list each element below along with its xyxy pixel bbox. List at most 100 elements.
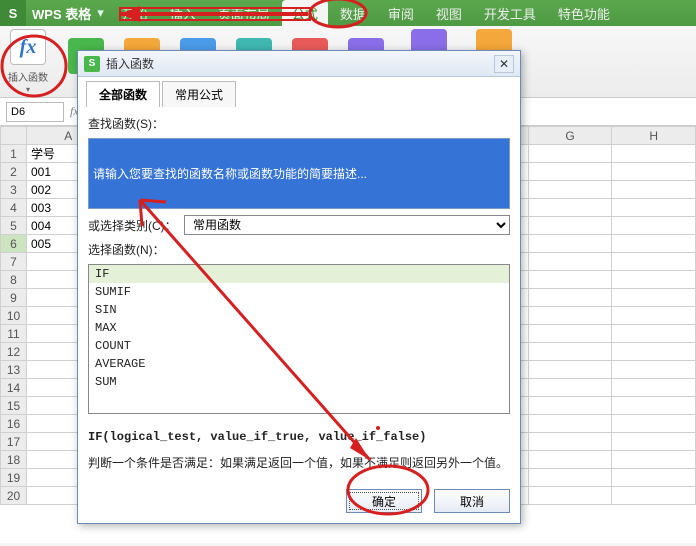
dialog-body: 查找函数(S)： 或选择类别(C)： 常用函数 选择函数(N)： IFSUMIF… xyxy=(78,107,520,479)
cell-G4[interactable] xyxy=(528,199,612,217)
function-search-input[interactable] xyxy=(88,138,510,209)
cell-H15[interactable] xyxy=(612,397,696,415)
cell-H10[interactable] xyxy=(612,307,696,325)
menu-item-6[interactable]: 视图 xyxy=(426,0,472,27)
row-header-13[interactable]: 13 xyxy=(1,361,27,379)
menu-item-3[interactable]: 公式 xyxy=(282,0,328,27)
category-label: 或选择类别(C)： xyxy=(88,217,178,234)
function-item-count[interactable]: COUNT xyxy=(89,337,509,355)
row-header-3[interactable]: 3 xyxy=(1,181,27,199)
row-header-4[interactable]: 4 xyxy=(1,199,27,217)
cell-G19[interactable] xyxy=(528,469,612,487)
app-logo: S xyxy=(0,0,26,26)
row-header-1[interactable]: 1 xyxy=(1,145,27,163)
row-header-14[interactable]: 14 xyxy=(1,379,27,397)
menu-item-2[interactable]: 页面布局 xyxy=(208,0,280,27)
row-header-16[interactable]: 16 xyxy=(1,415,27,433)
dialog-titlebar[interactable]: S 插入函数 ✕ xyxy=(78,51,520,77)
cell-H2[interactable] xyxy=(612,163,696,181)
row-header-11[interactable]: 11 xyxy=(1,325,27,343)
dropdown-arrow-icon: ▾ xyxy=(26,85,30,94)
menu-item-4[interactable]: 数据 xyxy=(330,0,376,27)
cell-G1[interactable] xyxy=(528,145,612,163)
row-header-9[interactable]: 9 xyxy=(1,289,27,307)
menu-item-5[interactable]: 审阅 xyxy=(378,0,424,27)
cell-H18[interactable] xyxy=(612,451,696,469)
cell-H19[interactable] xyxy=(612,469,696,487)
cell-G18[interactable] xyxy=(528,451,612,469)
cell-H16[interactable] xyxy=(612,415,696,433)
row-header-10[interactable]: 10 xyxy=(1,307,27,325)
cell-H12[interactable] xyxy=(612,343,696,361)
row-header-15[interactable]: 15 xyxy=(1,397,27,415)
cell-G6[interactable] xyxy=(528,235,612,253)
function-item-sumif[interactable]: SUMIF xyxy=(89,283,509,301)
tab-all-functions[interactable]: 全部函数 xyxy=(86,81,160,107)
menu-item-1[interactable]: 插入 xyxy=(160,0,206,27)
cell-G8[interactable] xyxy=(528,271,612,289)
function-item-sum[interactable]: SUM xyxy=(89,373,509,391)
cell-G2[interactable] xyxy=(528,163,612,181)
category-select[interactable]: 常用函数 xyxy=(184,215,510,235)
cell-G3[interactable] xyxy=(528,181,612,199)
cell-H6[interactable] xyxy=(612,235,696,253)
fx-icon: fx xyxy=(10,29,46,65)
search-label: 查找函数(S)： xyxy=(88,115,510,132)
cell-H17[interactable] xyxy=(612,433,696,451)
cell-G16[interactable] xyxy=(528,415,612,433)
cell-H4[interactable] xyxy=(612,199,696,217)
row-header-7[interactable]: 7 xyxy=(1,253,27,271)
tab-common-formulas[interactable]: 常用公式 xyxy=(162,81,236,107)
grid-corner[interactable] xyxy=(1,127,27,145)
cell-H20[interactable] xyxy=(612,487,696,505)
cell-H5[interactable] xyxy=(612,217,696,235)
cell-G13[interactable] xyxy=(528,361,612,379)
cell-G12[interactable] xyxy=(528,343,612,361)
row-header-12[interactable]: 12 xyxy=(1,343,27,361)
menu-item-0[interactable]: 开始 xyxy=(112,0,158,27)
menu-item-7[interactable]: 开发工具 xyxy=(474,0,546,27)
column-header-H[interactable]: H xyxy=(612,127,696,145)
cell-G7[interactable] xyxy=(528,253,612,271)
function-item-average[interactable]: AVERAGE xyxy=(89,355,509,373)
column-header-G[interactable]: G xyxy=(528,127,612,145)
ribbon-group-0[interactable]: fx插入函数▾ xyxy=(8,29,48,94)
cell-reference-input[interactable]: D6 xyxy=(6,102,64,122)
cell-G10[interactable] xyxy=(528,307,612,325)
row-header-20[interactable]: 20 xyxy=(1,487,27,505)
menu-item-8[interactable]: 特色功能 xyxy=(548,0,620,27)
function-list[interactable]: IFSUMIFSINMAXCOUNTAVERAGESUM xyxy=(88,264,510,414)
row-header-19[interactable]: 19 xyxy=(1,469,27,487)
row-header-2[interactable]: 2 xyxy=(1,163,27,181)
menu-bar: S WPS 表格 ▾ 开始插入页面布局公式数据审阅视图开发工具特色功能 xyxy=(0,0,696,26)
dialog-close-button[interactable]: ✕ xyxy=(494,55,514,73)
cell-H11[interactable] xyxy=(612,325,696,343)
cell-G9[interactable] xyxy=(528,289,612,307)
cell-G5[interactable] xyxy=(528,217,612,235)
function-item-max[interactable]: MAX xyxy=(89,319,509,337)
cell-G15[interactable] xyxy=(528,397,612,415)
cell-H14[interactable] xyxy=(612,379,696,397)
app-menu-arrow[interactable]: ▾ xyxy=(97,5,104,21)
cell-H3[interactable] xyxy=(612,181,696,199)
cell-H8[interactable] xyxy=(612,271,696,289)
function-description: 判断一个条件是否满足：如果满足返回一个值，如果不满足则返回另外一个值。 xyxy=(88,454,510,471)
row-header-6[interactable]: 6 xyxy=(1,235,27,253)
row-header-8[interactable]: 8 xyxy=(1,271,27,289)
cell-H1[interactable] xyxy=(612,145,696,163)
function-item-sin[interactable]: SIN xyxy=(89,301,509,319)
cancel-button[interactable]: 取消 xyxy=(434,489,510,513)
cell-G17[interactable] xyxy=(528,433,612,451)
cell-H7[interactable] xyxy=(612,253,696,271)
cell-G14[interactable] xyxy=(528,379,612,397)
function-item-if[interactable]: IF xyxy=(89,265,509,283)
row-header-18[interactable]: 18 xyxy=(1,451,27,469)
ok-button[interactable]: 确定 xyxy=(346,489,422,513)
row-header-17[interactable]: 17 xyxy=(1,433,27,451)
cell-G11[interactable] xyxy=(528,325,612,343)
cell-H9[interactable] xyxy=(612,289,696,307)
cell-H13[interactable] xyxy=(612,361,696,379)
cell-G20[interactable] xyxy=(528,487,612,505)
row-header-5[interactable]: 5 xyxy=(1,217,27,235)
select-function-label: 选择函数(N)： xyxy=(88,241,510,258)
